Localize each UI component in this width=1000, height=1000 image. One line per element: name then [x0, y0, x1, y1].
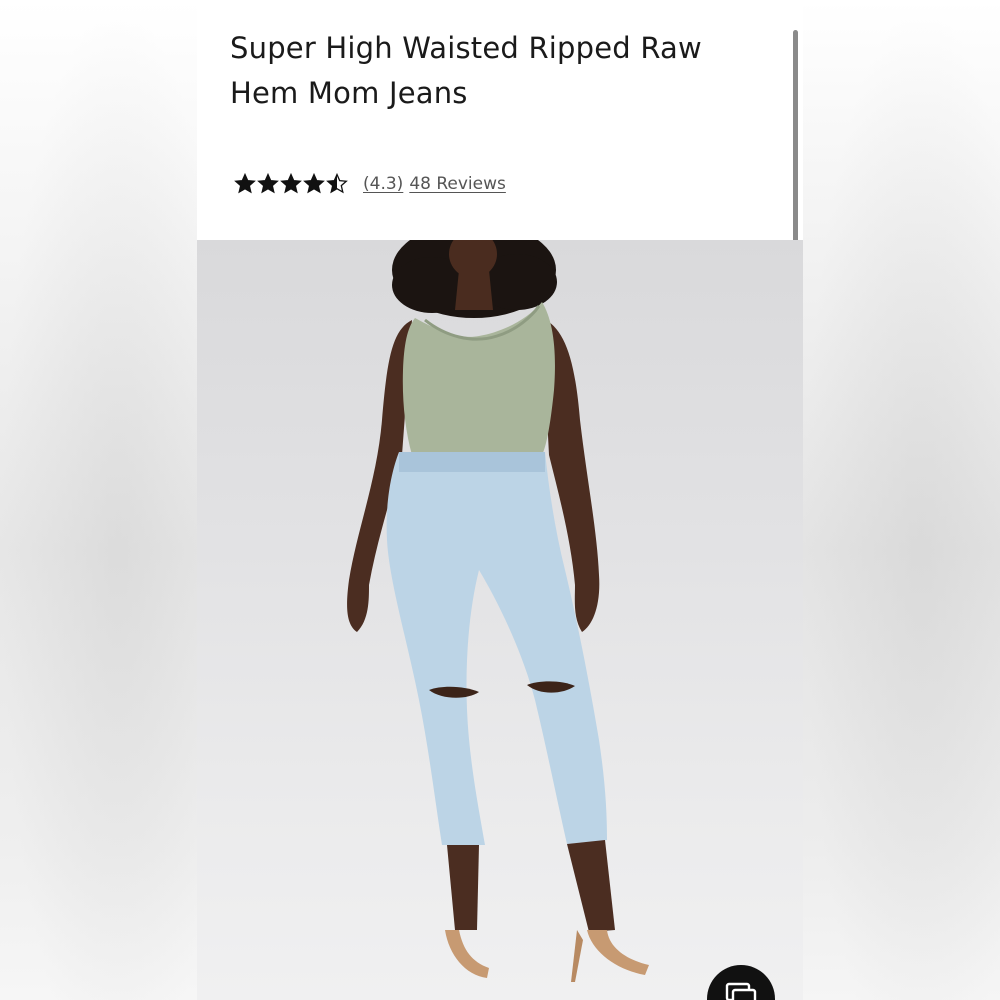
star-icon — [234, 173, 256, 194]
blurred-background-left — [0, 0, 197, 1000]
star-rating — [234, 173, 349, 195]
product-screen: Super High Waisted Ripped Raw Hem Mom Je… — [197, 0, 803, 1000]
product-header: Super High Waisted Ripped Raw Hem Mom Je… — [197, 0, 803, 240]
product-image[interactable] — [197, 240, 803, 1000]
model-photo — [347, 240, 649, 982]
gallery-icon — [725, 982, 757, 1000]
rating-row: (4.3) 48 Reviews — [234, 170, 512, 198]
rating-score: (4.3) — [363, 174, 404, 194]
star-icon — [257, 173, 279, 194]
star-icon — [280, 173, 302, 194]
star-icon — [303, 173, 325, 194]
star-icon — [326, 173, 348, 194]
product-title: Super High Waisted Ripped Raw Hem Mom Je… — [230, 31, 702, 110]
reviews-count: 48 Reviews — [409, 174, 506, 194]
blurred-background-right — [803, 0, 1000, 1000]
reviews-link[interactable]: (4.3) 48 Reviews — [363, 174, 512, 194]
